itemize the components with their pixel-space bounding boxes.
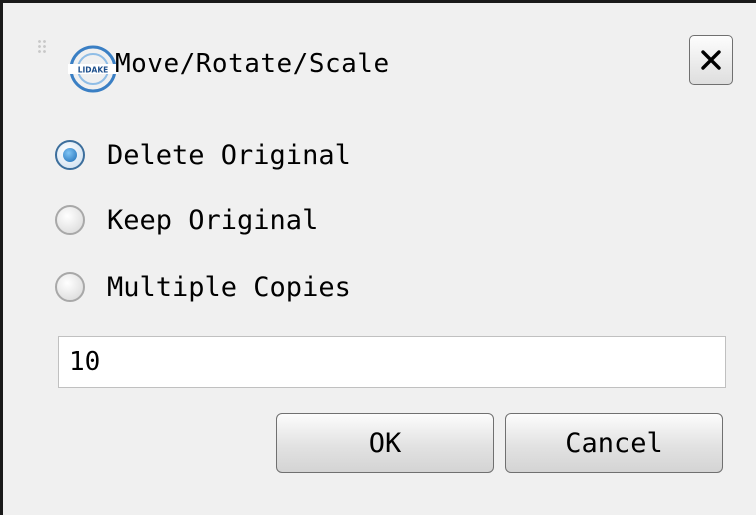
ok-button[interactable]: OK: [276, 413, 494, 473]
dialog-title: Move/Rotate/Scale: [115, 49, 390, 79]
logo-text: LIDAKE: [78, 66, 109, 75]
drag-grip-icon[interactable]: [37, 39, 47, 53]
radio-delete-original[interactable]: Delete Original: [55, 135, 351, 175]
cancel-button[interactable]: Cancel: [505, 413, 723, 473]
title-bar[interactable]: LIDAKE Move/Rotate/Scale: [3, 3, 756, 95]
radio-label: Delete Original: [107, 139, 351, 171]
app-logo-icon: LIDAKE: [68, 45, 118, 93]
radio-label: Multiple Copies: [107, 271, 351, 303]
close-button[interactable]: [689, 35, 733, 85]
radio-button[interactable]: [55, 272, 85, 302]
close-icon: [701, 50, 721, 70]
radio-multiple-copies[interactable]: Multiple Copies: [55, 267, 351, 307]
move-rotate-scale-dialog: LIDAKE Move/Rotate/Scale Delete Original…: [0, 0, 756, 515]
copies-count-input[interactable]: [58, 336, 726, 388]
radio-keep-original[interactable]: Keep Original: [55, 200, 318, 240]
radio-button[interactable]: [55, 205, 85, 235]
radio-button-selected[interactable]: [55, 140, 85, 170]
radio-label: Keep Original: [107, 204, 319, 236]
